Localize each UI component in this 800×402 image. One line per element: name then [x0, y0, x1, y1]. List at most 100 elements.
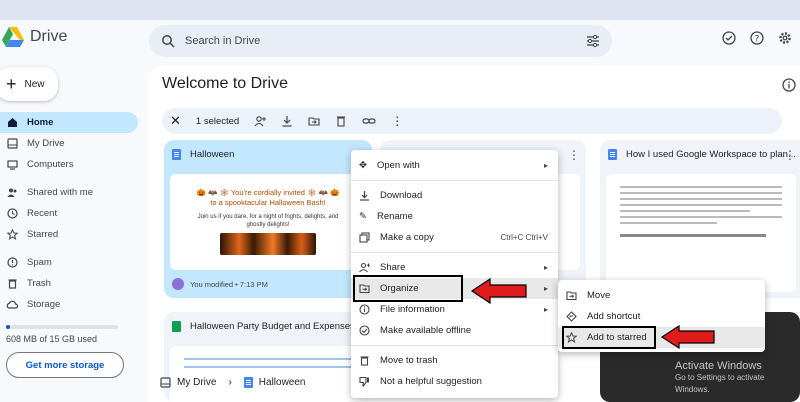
help-icon[interactable]: ?: [750, 31, 764, 45]
watermark-line-2: Go to Settings to activate Windows.: [675, 373, 765, 394]
menu-item-label: Add shortcut: [587, 311, 641, 322]
sidebar-nav: Home My Drive Computers Shared with me R…: [0, 112, 140, 315]
google-doc-icon: [243, 377, 253, 388]
menu-item-label: Rename: [376, 211, 413, 222]
clear-selection-icon[interactable]: ✕: [170, 113, 181, 129]
selection-count: 1 selected: [195, 115, 240, 127]
google-doc-icon: [608, 149, 617, 160]
context-menu: ✥ Open with ▸ Download ✎ Rename Make a c…: [351, 150, 558, 398]
my-drive-icon: [160, 377, 171, 388]
avatar: [172, 278, 184, 290]
menu-item-move-to-trash[interactable]: Move to trash: [351, 350, 558, 371]
open-with-icon: ✥: [359, 160, 367, 171]
info-icon[interactable]: [782, 78, 796, 92]
watermark-line-1: Activate Windows: [675, 360, 762, 372]
breadcrumb-root[interactable]: My Drive: [177, 377, 216, 388]
copy-icon: [359, 232, 370, 243]
menu-item-label: Make a copy: [380, 232, 434, 243]
drive-logo-icon: [2, 27, 24, 47]
trash-icon: [360, 356, 369, 366]
invite-body: Join us if you dare, for a night of frig…: [197, 214, 339, 228]
menu-item-make-offline[interactable]: Make available offline: [351, 320, 558, 341]
info-icon: [359, 304, 370, 315]
sidebar-item-my-drive[interactable]: My Drive: [0, 133, 140, 154]
spam-icon: [6, 257, 18, 269]
sidebar-item-recent[interactable]: Recent: [0, 203, 140, 224]
trash-icon[interactable]: [335, 115, 347, 127]
get-more-storage-button[interactable]: Get more storage: [6, 352, 124, 378]
sidebar-item-label: Starred: [27, 229, 59, 240]
menu-item-download[interactable]: Download: [351, 185, 558, 206]
menu-item-make-copy[interactable]: Make a copy Ctrl+C Ctrl+V: [351, 227, 558, 248]
breadcrumb-current[interactable]: Halloween: [259, 377, 306, 388]
file-preview: [606, 174, 796, 292]
sidebar-item-label: Computers: [27, 159, 74, 170]
highlight-box: [562, 326, 656, 349]
sidebar-item-starred[interactable]: Starred: [0, 224, 140, 245]
page-title: Welcome to Drive: [162, 75, 288, 92]
selection-toolbar: ✕ 1 selected ⋮: [162, 108, 782, 134]
move-to-folder-icon[interactable]: [308, 115, 320, 127]
submenu-arrow-icon: ▸: [543, 263, 548, 272]
storage-usage-fill: [6, 325, 11, 329]
sidebar-item-label: Storage: [27, 299, 61, 310]
red-annotation-arrow: [660, 324, 715, 350]
offline-ready-icon[interactable]: [722, 31, 736, 45]
sidebar-item-shared[interactable]: Shared with me: [0, 182, 140, 203]
red-annotation-arrow: [470, 277, 527, 305]
windows-watermark: Activate Windows Go to Settings to activ…: [675, 360, 800, 396]
sidebar-item-home[interactable]: Home: [0, 112, 138, 133]
search-icon[interactable]: [161, 34, 175, 48]
plus-icon: +: [6, 73, 17, 94]
clock-icon: [6, 208, 18, 220]
my-drive-icon: [6, 138, 18, 150]
menu-item-open-with[interactable]: ✥ Open with ▸: [351, 155, 558, 176]
sidebar-item-storage[interactable]: Storage: [0, 294, 140, 315]
folder-move-icon: [566, 291, 577, 301]
more-options-icon[interactable]: ⋮: [568, 148, 580, 162]
file-card-modified: You modified • 7:13 PM: [190, 279, 268, 289]
filter-options-icon[interactable]: [586, 34, 600, 48]
menu-item-not-helpful[interactable]: Not a helpful suggestion: [351, 371, 558, 392]
sidebar-item-computers[interactable]: Computers: [0, 154, 140, 175]
menu-item-label: Make available offline: [380, 325, 472, 336]
storage-usage-bar: [6, 325, 118, 329]
sidebar-item-spam[interactable]: Spam: [0, 252, 140, 273]
file-preview: [170, 346, 366, 402]
menu-item-shortcut: Ctrl+C Ctrl+V: [500, 233, 548, 242]
share-person-icon[interactable]: [254, 115, 267, 127]
drive-logo[interactable]: Drive: [2, 27, 67, 47]
more-actions-icon[interactable]: ⋮: [391, 114, 403, 128]
svg-text:?: ?: [755, 35, 760, 45]
star-icon: [6, 229, 18, 241]
file-card-budget[interactable]: Halloween Party Budget and Expenses: [164, 312, 372, 402]
shared-icon: [6, 187, 18, 199]
menu-item-label: Not a helpful suggestion: [380, 376, 482, 387]
pumpkins-image: [220, 233, 316, 255]
submenu-arrow-icon: ▸: [543, 284, 548, 293]
share-person-icon: [359, 262, 370, 273]
sidebar-item-trash[interactable]: Trash: [0, 273, 140, 294]
settings-gear-icon[interactable]: [778, 31, 792, 45]
copy-link-icon[interactable]: [362, 115, 376, 127]
sidebar-item-label: Recent: [27, 208, 58, 219]
more-options-icon[interactable]: ⋮: [784, 148, 796, 162]
thumbs-down-icon: [359, 376, 369, 387]
menu-item-move[interactable]: Move: [558, 285, 765, 306]
menu-item-rename[interactable]: ✎ Rename: [351, 206, 558, 227]
computers-icon: [6, 159, 18, 171]
new-button-label: New: [24, 78, 45, 90]
search-bar[interactable]: [149, 25, 612, 57]
cloud-icon: [6, 299, 18, 311]
app-name: Drive: [30, 28, 68, 45]
file-card-workspace[interactable]: How I used Google Workspace to plan... ⋮: [600, 140, 800, 298]
sidebar-item-label: Spam: [27, 257, 52, 268]
pencil-icon: ✎: [359, 211, 367, 222]
shortcut-icon: [566, 311, 577, 322]
menu-item-label: Move: [587, 290, 611, 301]
download-icon[interactable]: [281, 115, 293, 127]
file-card-halloween[interactable]: Halloween 🎃 🦇 🕸 You're cordially invited…: [164, 140, 372, 298]
file-preview: 🎃 🦇 🕸 You're cordially invited 🕸 🦇 🎃 to …: [170, 174, 366, 270]
search-input[interactable]: [185, 35, 576, 47]
new-button[interactable]: + New: [0, 67, 58, 101]
